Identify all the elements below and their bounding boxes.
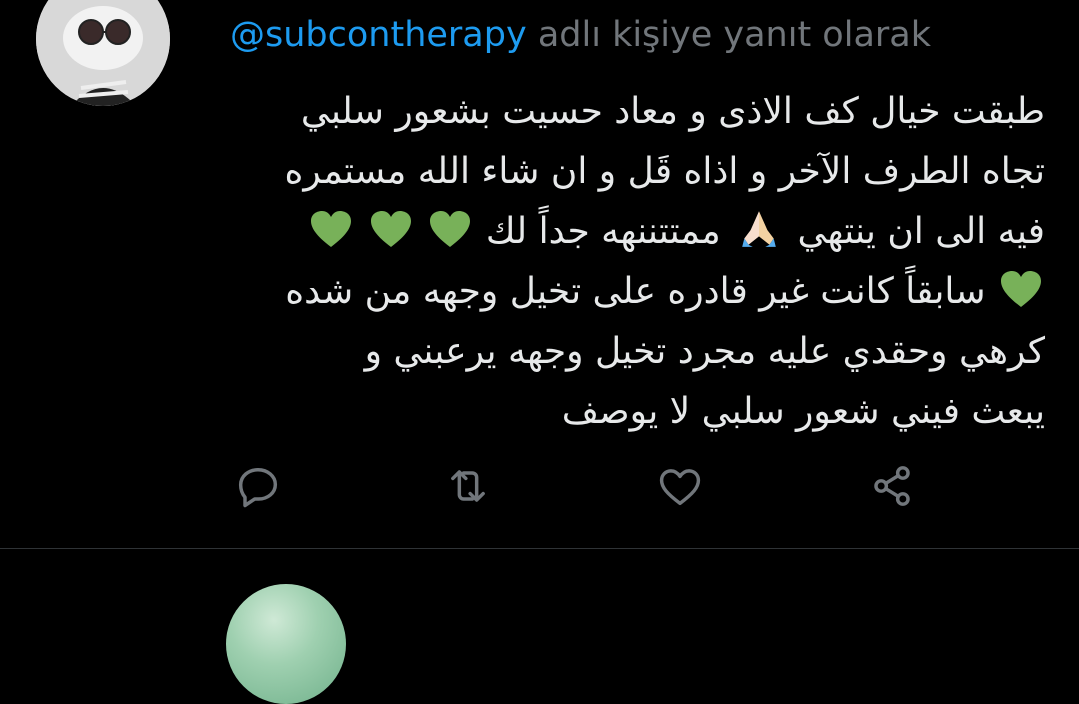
- replied-user-handle[interactable]: @subcontherapy: [230, 15, 527, 55]
- share-icon: [874, 466, 910, 506]
- heart-icon: [659, 469, 701, 506]
- tweet-actions-bar: [0, 460, 1079, 520]
- green-heart-icon: [430, 211, 471, 247]
- tweet-divider: [0, 548, 1079, 549]
- tweet-line-2: تجاه الطرف الآخر و اذاه قَل و ان شاء الل…: [284, 151, 1045, 192]
- reply-icon: [238, 468, 278, 508]
- tweet-line-3-text-2: ممتتننهه جداً لك: [485, 211, 721, 252]
- tweet-line-1: طبقت خيال كف الاذى و معاد حسيت بشعور سلب…: [300, 91, 1045, 132]
- tweet-line-4-text: سابقاً كانت غير قادره على تخيل وجهه من ش…: [285, 271, 986, 312]
- replying-to-suffix: adlı kişiye yanıt olarak: [537, 15, 931, 55]
- tweet-line-3-text: فيه الى ان ينتهي: [797, 211, 1045, 252]
- tweet-line-5: كرهي وحقدي عليه مجرد تخيل وجهه يرعبني و: [364, 331, 1045, 372]
- green-heart-icon: [370, 211, 411, 247]
- tweet-line-6: يبعث فيني شعور سلبي لا يوصف: [561, 391, 1045, 432]
- retweet-icon: [451, 470, 485, 502]
- next-tweet-avatar[interactable]: [226, 584, 346, 704]
- share-button[interactable]: [866, 460, 918, 512]
- reply-button[interactable]: [232, 460, 284, 512]
- green-heart-icon: [311, 211, 352, 247]
- green-heart-icon: [1001, 271, 1041, 307]
- replying-to-line: @subcontherapy adlı kişiye yanıt olarak: [230, 12, 931, 58]
- tweet-line-4: سابقاً كانت غير قادره على تخيل وجهه من ش…: [215, 262, 1045, 322]
- tweet-text: طبقت خيال كف الاذى و معاد حسيت بشعور سلب…: [215, 82, 1045, 442]
- like-button[interactable]: [654, 460, 706, 512]
- folded-hands-icon: [742, 211, 776, 247]
- cat-with-glasses-avatar-image: [36, 0, 170, 106]
- tweet-line-3: فيه الى ان ينتهي ممتتننهه جداً لك: [215, 202, 1045, 262]
- retweet-button[interactable]: [442, 460, 494, 512]
- avatar[interactable]: [36, 0, 170, 106]
